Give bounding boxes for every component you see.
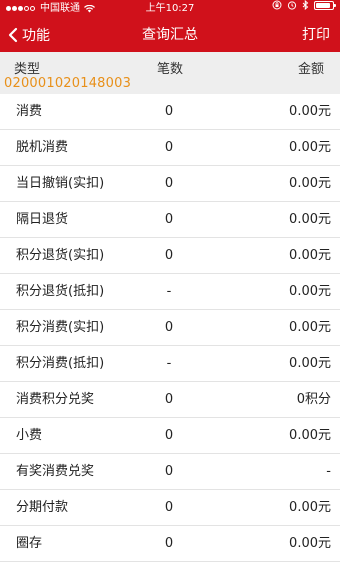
table-row: 当日撤销(实扣) 0 0.00元	[0, 166, 340, 202]
row-count: 0	[164, 536, 174, 551]
table-row: 小费 0 0.00元	[0, 418, 340, 454]
page-title: 查询汇总	[142, 27, 198, 43]
row-type: 积分退货(抵扣)	[16, 284, 105, 299]
row-type: 脱机消费	[16, 140, 69, 155]
row-amount: 0.00元	[289, 140, 331, 155]
table-row: 积分消费(实扣) 0 0.00元	[0, 310, 340, 346]
row-count: 0	[164, 320, 174, 335]
table-row: 消费 0 0.00元	[0, 94, 340, 130]
row-count: 0	[164, 104, 174, 119]
row-count: 0	[164, 500, 174, 515]
row-count: 0	[164, 392, 174, 407]
row-amount: -	[326, 464, 331, 479]
row-type: 有奖消费兑奖	[16, 464, 95, 479]
navigation-bar: 功能 查询汇总 打印	[0, 18, 340, 52]
battery-icon	[314, 0, 336, 10]
table-row: 积分消费(抵扣) - 0.00元	[0, 346, 340, 382]
table-row: 圈存 0 0.00元	[0, 526, 340, 562]
row-type: 消费	[16, 104, 43, 119]
table-row: 积分退货(抵扣) - 0.00元	[0, 274, 340, 310]
row-type: 圈存	[16, 536, 43, 551]
row-amount: 0.00元	[289, 428, 331, 443]
row-type: 积分退货(实扣)	[16, 248, 105, 263]
row-type: 隔日退货	[16, 212, 69, 227]
table-row: 积分退货(实扣) 0 0.00元	[0, 238, 340, 274]
table-row: 有奖消费兑奖 0 -	[0, 454, 340, 490]
row-amount: 0.00元	[289, 320, 331, 335]
row-amount: 0.00元	[289, 500, 331, 515]
row-type: 分期付款	[16, 500, 69, 515]
row-count: 0	[164, 428, 174, 443]
row-amount: 0.00元	[289, 356, 331, 371]
row-amount: 0.00元	[289, 284, 331, 299]
status-bar: 中国联通 上午10:27	[0, 0, 340, 18]
row-amount: 0.00元	[289, 176, 331, 191]
status-right	[272, 0, 336, 10]
column-header-type: 类型	[14, 62, 41, 77]
print-button[interactable]: 打印	[302, 18, 330, 52]
row-type: 小费	[16, 428, 43, 443]
alarm-icon	[287, 1, 297, 10]
row-count: -	[166, 356, 172, 371]
table-row: 隔日退货 0 0.00元	[0, 202, 340, 238]
row-count: 0	[164, 464, 174, 479]
row-amount: 0积分	[296, 392, 331, 407]
orientation-lock-icon	[272, 0, 282, 10]
row-count: 0	[164, 140, 174, 155]
row-type: 积分消费(实扣)	[16, 320, 105, 335]
table-row: 消费积分兑奖 0 0积分	[0, 382, 340, 418]
bluetooth-icon	[302, 0, 309, 10]
table-header: 类型 笔数 金额 020001020148003	[0, 52, 340, 94]
table-row: 脱机消费 0 0.00元	[0, 130, 340, 166]
row-amount: 0.00元	[289, 248, 331, 263]
row-type: 消费积分兑奖	[16, 392, 95, 407]
row-count: 0	[164, 176, 174, 191]
row-amount: 0.00元	[289, 212, 331, 227]
column-header-count: 笔数	[156, 62, 184, 77]
row-count: 0	[164, 212, 174, 227]
column-header-amount: 金额	[297, 62, 324, 77]
table-row: 分期付款 0 0.00元	[0, 490, 340, 526]
row-type: 积分消费(抵扣)	[16, 356, 105, 371]
merchant-number: 020001020148003	[4, 76, 132, 91]
row-count: -	[166, 284, 172, 299]
row-amount: 0.00元	[289, 104, 331, 119]
row-count: 0	[164, 248, 174, 263]
row-type: 当日撤销(实扣)	[16, 176, 105, 191]
summary-list: 消费 0 0.00元 脱机消费 0 0.00元 当日撤销(实扣) 0 0.00元 隔日退货 0 0.0…	[0, 94, 340, 562]
row-amount: 0.00元	[289, 536, 331, 551]
